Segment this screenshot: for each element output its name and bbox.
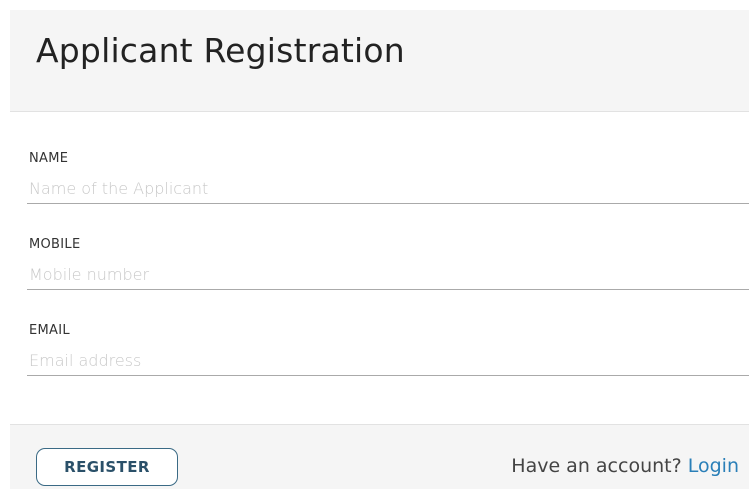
email-label: EMAIL: [29, 323, 70, 338]
name-field-group: NAME: [27, 150, 749, 214]
email-field-group: EMAIL: [27, 322, 749, 386]
page-title: Applicant Registration: [36, 31, 405, 70]
mobile-label: MOBILE: [29, 237, 81, 252]
email-input[interactable]: [27, 346, 749, 376]
name-input[interactable]: [27, 174, 749, 204]
account-prompt-text: Have an account?: [511, 455, 682, 477]
card-footer: REGISTER Have an account? Login: [10, 424, 749, 489]
mobile-field-group: MOBILE: [27, 236, 749, 300]
registration-card: Applicant Registration NAME MOBILE EMAIL…: [10, 10, 749, 489]
login-link[interactable]: Login: [688, 455, 739, 477]
register-button[interactable]: REGISTER: [36, 448, 178, 486]
login-prompt: Have an account? Login: [511, 453, 739, 479]
name-label: NAME: [29, 151, 69, 166]
mobile-input[interactable]: [27, 260, 749, 290]
card-header: Applicant Registration: [10, 10, 749, 112]
